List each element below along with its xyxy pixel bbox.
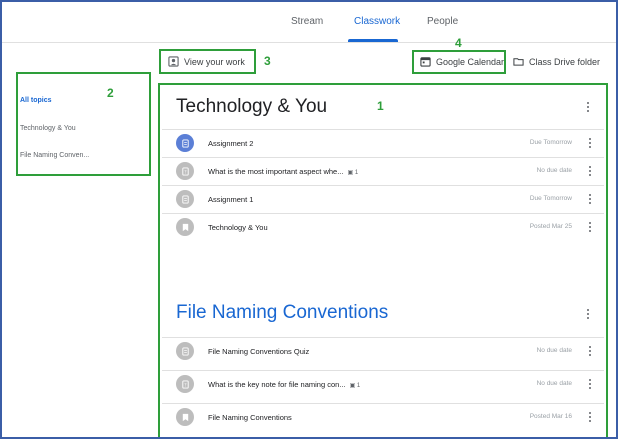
item-more-menu-icon[interactable]	[588, 222, 592, 232]
item-due: Due Tomorrow	[529, 195, 572, 202]
item-title: File Naming Conventions Quiz	[208, 347, 310, 356]
account-box-icon	[168, 56, 179, 67]
topic-more-menu-icon[interactable]	[586, 309, 590, 319]
list-item[interactable]: File Naming Conventions Posted Mar 16	[162, 403, 604, 431]
list-item[interactable]: File Naming Conventions Quiz No due date	[162, 337, 604, 365]
item-due: Due Tomorrow	[529, 139, 572, 146]
folder-icon	[513, 58, 524, 66]
item-title: Assignment 1	[208, 195, 254, 204]
material-icon	[176, 218, 194, 236]
annotation-number-4: 4	[455, 36, 462, 50]
material-icon	[176, 408, 194, 426]
item-title: What is the most important aspect whe...…	[208, 167, 358, 176]
comment-count-value: 1	[354, 170, 359, 176]
screenshot-frame: Stream Classwork People 3 View your work…	[0, 0, 618, 439]
view-your-work-label: View your work	[184, 56, 245, 67]
class-drive-folder-button[interactable]: Class Drive folder	[513, 56, 600, 67]
assignment-icon	[176, 134, 194, 152]
item-due: No due date	[536, 167, 572, 174]
comment-count: ▣ 1	[349, 383, 361, 389]
item-due: No due date	[536, 347, 572, 354]
item-title: Technology & You	[208, 223, 268, 232]
tab-stream[interactable]: Stream	[291, 16, 323, 27]
sidebar-item-all-topics[interactable]: All topics	[20, 97, 52, 104]
list-item[interactable]: ? What is the most important aspect whe.…	[162, 157, 604, 185]
comment-count: ▣ 1	[347, 170, 359, 176]
item-more-menu-icon[interactable]	[588, 166, 592, 176]
item-title-text: What is the most important aspect whe...	[208, 167, 344, 176]
assignment-icon	[176, 190, 194, 208]
item-due: No due date	[536, 380, 572, 387]
annotation-box-sidebar	[16, 72, 151, 176]
item-due: Posted Mar 16	[529, 413, 572, 420]
list-item[interactable]: Assignment 1 Due Tomorrow	[162, 185, 604, 213]
item-title-text: What is the key note for file naming con…	[208, 380, 346, 389]
topic-title-technology-you: Technology & You	[176, 96, 328, 117]
item-title: What is the key note for file naming con…	[208, 380, 360, 389]
assignment-icon	[176, 342, 194, 360]
item-more-menu-icon[interactable]	[588, 379, 592, 389]
tab-classwork[interactable]: Classwork	[354, 16, 400, 27]
topic-more-menu-icon[interactable]	[586, 102, 590, 112]
item-more-menu-icon[interactable]	[588, 346, 592, 356]
svg-text:?: ?	[184, 169, 187, 175]
annotation-number-3: 3	[264, 54, 271, 68]
comment-count-value: 1	[356, 383, 361, 389]
item-more-menu-icon[interactable]	[588, 138, 592, 148]
item-due: Posted Mar 25	[529, 223, 572, 230]
class-drive-folder-label: Class Drive folder	[529, 56, 601, 67]
active-tab-indicator	[348, 39, 398, 42]
topic-title-file-naming: File Naming Conventions	[176, 302, 389, 323]
item-more-menu-icon[interactable]	[588, 412, 592, 422]
list-item[interactable]: ? What is the key note for file naming c…	[162, 370, 604, 398]
svg-text:?: ?	[184, 382, 187, 388]
annotation-number-2: 2	[107, 86, 114, 100]
annotation-number-1: 1	[377, 99, 384, 113]
view-your-work-button[interactable]: View your work	[168, 56, 245, 67]
sidebar-item-file-naming[interactable]: File Naming Conven...	[20, 152, 89, 159]
question-icon: ?	[176, 162, 194, 180]
item-more-menu-icon[interactable]	[588, 194, 592, 204]
item-title: Assignment 2	[208, 139, 254, 148]
sidebar-item-technology-you[interactable]: Technology & You	[20, 125, 76, 132]
list-item[interactable]: Assignment 2 Due Tomorrow	[162, 129, 604, 157]
item-title: File Naming Conventions	[208, 413, 292, 422]
top-nav: Stream Classwork People	[2, 2, 616, 43]
calendar-icon	[420, 57, 431, 67]
google-calendar-button[interactable]: Google Calendar	[420, 56, 504, 67]
list-item[interactable]: Technology & You Posted Mar 25	[162, 213, 604, 241]
tab-people[interactable]: People	[427, 16, 458, 27]
question-icon: ?	[176, 375, 194, 393]
google-calendar-label: Google Calendar	[436, 56, 505, 67]
